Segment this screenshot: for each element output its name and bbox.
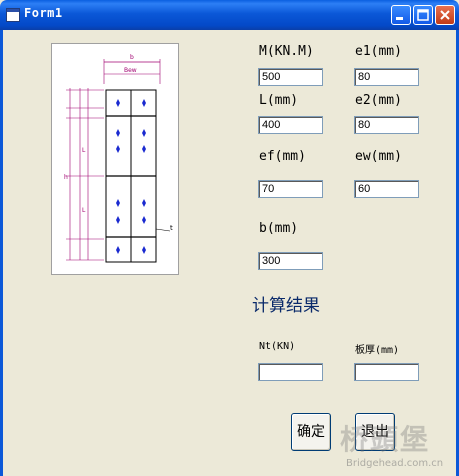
e2-input[interactable]: 80 bbox=[354, 116, 419, 134]
ef-label: ef(mm) bbox=[259, 149, 306, 164]
bolted-plate-drawing: b Bew h L L t bbox=[64, 54, 173, 263]
m-input[interactable]: 500 bbox=[258, 68, 323, 86]
window-title: Form1 bbox=[24, 6, 63, 20]
maximize-icon bbox=[417, 9, 429, 21]
dim-l-lower-label: L bbox=[82, 207, 86, 214]
e2-label: e2(mm) bbox=[355, 93, 402, 108]
ok-button[interactable]: 确定 bbox=[291, 413, 331, 451]
joint-diagram: b Bew h L L t bbox=[51, 43, 179, 275]
watermark-logo: 桥頭堡 bbox=[340, 423, 431, 456]
title-bar: Form1 bbox=[0, 0, 459, 30]
e1-label: e1(mm) bbox=[355, 44, 402, 59]
minimize-icon bbox=[396, 17, 403, 20]
m-label: M(KN.M) bbox=[259, 44, 314, 59]
dim-l-upper-label: L bbox=[82, 147, 86, 154]
close-button[interactable] bbox=[435, 5, 455, 25]
minimize-button[interactable] bbox=[391, 5, 411, 25]
dim-bew-label: Bew bbox=[124, 67, 137, 74]
b-input[interactable]: 300 bbox=[258, 252, 323, 270]
dim-t-label: t bbox=[170, 224, 173, 232]
dim-h-label: h bbox=[64, 174, 68, 181]
ew-input[interactable]: 60 bbox=[354, 180, 419, 198]
thickness-label: 板厚(mm) bbox=[355, 345, 400, 356]
app-icon bbox=[6, 8, 20, 22]
maximize-button[interactable] bbox=[413, 5, 433, 25]
dim-b-label: b bbox=[130, 54, 134, 61]
e1-input[interactable]: 80 bbox=[354, 68, 419, 86]
watermark-url: Bridgehead.com.cn bbox=[346, 458, 444, 469]
close-icon bbox=[440, 10, 450, 20]
nt-label: Nt(KN) bbox=[259, 341, 296, 352]
nt-output[interactable] bbox=[258, 363, 323, 381]
l-input[interactable]: 400 bbox=[258, 116, 323, 134]
l-label: L(mm) bbox=[259, 93, 299, 108]
results-heading: 计算结果 bbox=[252, 296, 320, 316]
thickness-output[interactable] bbox=[354, 363, 419, 381]
b-label: b(mm) bbox=[259, 221, 299, 236]
ef-input[interactable]: 70 bbox=[258, 180, 323, 198]
ew-label: ew(mm) bbox=[355, 149, 402, 164]
